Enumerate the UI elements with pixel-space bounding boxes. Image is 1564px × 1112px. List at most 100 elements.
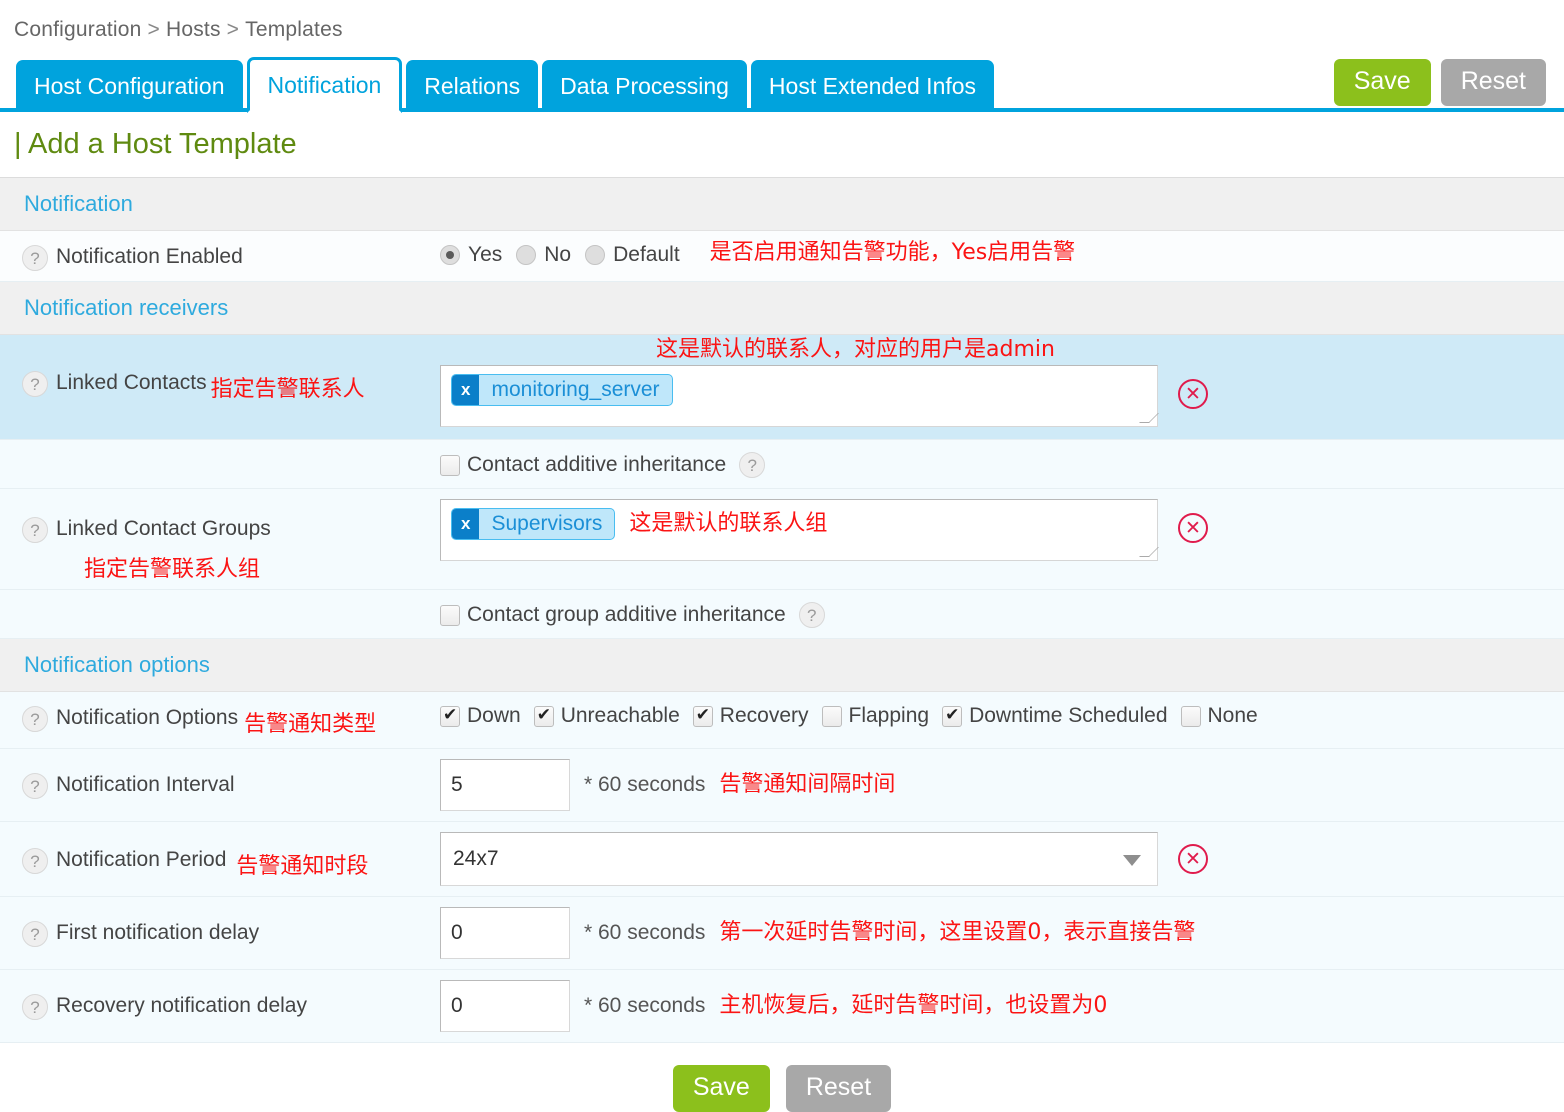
clear-linked-contact-groups-icon[interactable]: ✕ [1178, 513, 1208, 543]
linked-contacts-multiselect[interactable]: x monitoring_server [440, 365, 1158, 427]
row-notification-options: ? Notification Options 告警通知类型 Down Unrea… [0, 692, 1564, 749]
field-recovery-notification-delay: * 60 seconds 主机恢复后，延时告警时间，也设置为0 [440, 980, 1564, 1032]
help-icon[interactable]: ? [22, 994, 48, 1020]
notification-interval-input[interactable] [440, 759, 570, 811]
page-title: | Add a Host Template [14, 128, 297, 160]
field-notification-enabled: Yes No Default 是否启用通知告警功能，Yes启用告警 [440, 241, 1564, 267]
chip-remove-icon[interactable]: x [452, 509, 480, 539]
breadcrumb-separator: > [147, 18, 160, 41]
checkbox-contact-group-additive-inheritance[interactable] [440, 604, 460, 626]
first-notification-delay-input[interactable] [440, 907, 570, 959]
clear-linked-contacts-icon[interactable]: ✕ [1178, 379, 1208, 409]
label-contact-additive-spacer [0, 450, 440, 454]
chevron-down-icon[interactable] [1123, 855, 1141, 866]
checkbox-label-flapping[interactable]: Flapping [842, 704, 943, 728]
annotation-linked-contact-groups-label: 指定告警联系人组 [84, 557, 261, 582]
chip-supervisors[interactable]: x Supervisors [451, 508, 616, 540]
notification-period-value: 24x7 [453, 847, 499, 870]
checkbox-none[interactable] [1180, 705, 1201, 727]
tab-host-extended-infos[interactable]: Host Extended Infos [750, 60, 995, 112]
section-header-notification: Notification [0, 178, 1564, 231]
reset-button-top[interactable]: Reset [1440, 59, 1546, 106]
help-icon[interactable]: ? [22, 371, 48, 397]
help-icon[interactable]: ? [22, 921, 48, 947]
label-first-notification-delay: ? First notification delay [0, 907, 440, 947]
row-linked-contact-groups: ? Linked Contact Groups 指定告警联系人组 x Super… [0, 489, 1564, 590]
checkbox-label-downtime-scheduled[interactable]: Downtime Scheduled [962, 704, 1180, 728]
radio-no[interactable] [516, 245, 537, 265]
save-button-top[interactable]: Save [1333, 59, 1431, 106]
radio-label-no[interactable]: No [536, 243, 585, 267]
checkbox-unreachable[interactable] [533, 704, 554, 727]
breadcrumb-item-templates[interactable]: Templates [245, 18, 343, 41]
checkbox-contact-additive-inheritance[interactable] [440, 454, 460, 476]
tab-notification[interactable]: Notification [246, 57, 403, 113]
chip-monitoring-server[interactable]: x monitoring_server [451, 374, 673, 406]
clear-notification-period-icon[interactable]: ✕ [1178, 844, 1208, 874]
checkbox-label[interactable]: Contact additive inheritance [460, 453, 739, 477]
breadcrumb-item-configuration[interactable]: Configuration [14, 18, 142, 41]
chip-remove-icon[interactable]: x [452, 375, 480, 405]
checkbox-label-recovery[interactable]: Recovery [713, 704, 822, 728]
field-label: First notification delay [56, 921, 260, 944]
annotation-linked-contact-groups-field: 这是默认的联系人组 [629, 511, 828, 536]
help-icon[interactable]: ? [22, 517, 48, 543]
help-icon[interactable]: ? [22, 245, 48, 271]
tab-relations[interactable]: Relations [406, 60, 539, 112]
save-button-bottom[interactable]: Save [672, 1065, 770, 1112]
checkbox-label-none[interactable]: None [1201, 704, 1271, 728]
tab-data-processing[interactable]: Data Processing [542, 60, 747, 112]
row-notification-interval: ? Notification Interval * 60 seconds 告警通… [0, 749, 1564, 822]
field-label: Notification Enabled [56, 245, 243, 268]
checkbox-flapping[interactable] [821, 705, 842, 727]
label-linked-contact-groups: ? Linked Contact Groups 指定告警联系人组 [0, 499, 440, 583]
annotation-first-notification-delay: 第一次延时告警时间，这里设置0，表示直接告警 [719, 920, 1196, 945]
field-linked-contact-groups: x Supervisors 这是默认的联系人组 ✕ [440, 499, 1564, 561]
help-icon[interactable]: ? [22, 848, 48, 874]
row-notification-enabled: ? Notification Enabled Yes No Default 是否… [0, 231, 1564, 282]
help-icon[interactable]: ? [22, 706, 48, 732]
notification-period-select[interactable]: 24x7 [440, 832, 1158, 886]
row-contact-additive-inheritance: Contact additive inheritance ? [0, 440, 1564, 489]
chip-label: monitoring_server [491, 378, 660, 401]
checkbox-label-unreachable[interactable]: Unreachable [554, 704, 693, 728]
field-first-notification-delay: * 60 seconds 第一次延时告警时间，这里设置0，表示直接告警 [440, 907, 1564, 959]
row-notification-period: ? Notification Period 告警通知时段 24x7 ✕ [0, 822, 1564, 897]
radio-label-default[interactable]: Default [605, 243, 694, 267]
field-notification-interval: * 60 seconds 告警通知间隔时间 [440, 759, 1564, 811]
help-icon[interactable]: ? [22, 773, 48, 799]
recovery-notification-delay-unit: * 60 seconds [584, 994, 706, 1017]
checkbox-downtime-scheduled[interactable] [942, 704, 963, 727]
notification-interval-unit: * 60 seconds [584, 773, 706, 796]
row-linked-contacts: ? Linked Contacts 指定告警联系人 这是默认的联系人，对应的用户… [0, 335, 1564, 440]
radio-yes[interactable] [440, 245, 460, 265]
radio-label-yes[interactable]: Yes [460, 243, 516, 267]
row-recovery-notification-delay: ? Recovery notification delay * 60 secon… [0, 970, 1564, 1043]
field-notification-options: Down Unreachable Recovery Flapping Downt… [440, 702, 1564, 728]
checkbox-down[interactable] [440, 704, 460, 727]
field-label: Recovery notification delay [56, 994, 307, 1017]
tab-host-configuration[interactable]: Host Configuration [16, 60, 243, 112]
first-notification-delay-unit: * 60 seconds [584, 921, 706, 944]
linked-contact-groups-multiselect[interactable]: x Supervisors 这是默认的联系人组 [440, 499, 1158, 561]
checkbox-row: Contact group additive inheritance ? [440, 600, 825, 628]
field-linked-contacts: 这是默认的联系人，对应的用户是admin x monitoring_server… [440, 335, 1564, 427]
label-notification-options: ? Notification Options 告警通知类型 [0, 702, 440, 738]
label-notification-interval: ? Notification Interval [0, 759, 440, 799]
radio-default[interactable] [585, 245, 606, 265]
annotation-linked-contacts-top: 这是默认的联系人，对应的用户是admin [656, 337, 1055, 362]
help-icon[interactable]: ? [739, 452, 766, 478]
checkbox-recovery[interactable] [692, 704, 713, 727]
label-notification-enabled: ? Notification Enabled [0, 241, 440, 271]
notification-form: Notification ? Notification Enabled Yes … [0, 177, 1564, 1043]
checkbox-label[interactable]: Contact group additive inheritance [460, 603, 799, 627]
checkbox-label-down[interactable]: Down [460, 704, 534, 728]
checkbox-row: Contact additive inheritance ? [440, 450, 766, 478]
checkbox-group-notification-options: Down Unreachable Recovery Flapping Downt… [440, 702, 1271, 728]
tab-bar: Host Configuration Notification Relation… [0, 54, 1564, 113]
help-icon[interactable]: ? [798, 602, 825, 628]
reset-button-bottom[interactable]: Reset [785, 1065, 892, 1112]
recovery-notification-delay-input[interactable] [440, 980, 570, 1032]
section-header-notification-options: Notification options [0, 639, 1564, 692]
breadcrumb-item-hosts[interactable]: Hosts [166, 18, 221, 41]
